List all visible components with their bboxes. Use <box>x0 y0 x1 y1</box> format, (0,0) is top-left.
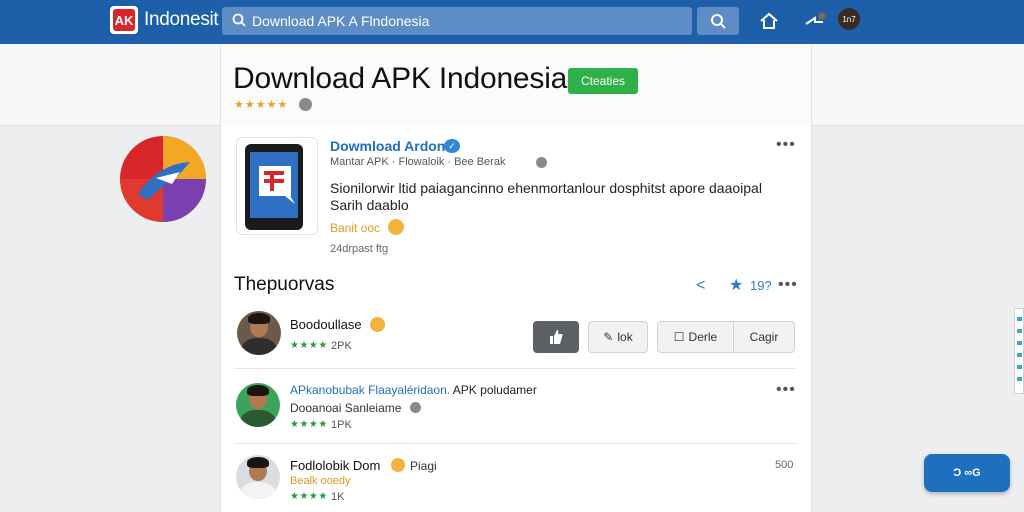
app-rank: Banit ooc <box>330 221 381 235</box>
link-button[interactable]: ✎ lok <box>588 321 648 353</box>
reply-button-label: Derle <box>688 330 718 344</box>
more-options-icon[interactable]: ••• <box>776 136 796 154</box>
copy-button[interactable]: Cagir <box>734 322 794 352</box>
search-input[interactable] <box>252 11 672 31</box>
comment-stars: ★★★★ <box>290 491 328 502</box>
app-name[interactable]: Dowmload Ardons <box>330 138 453 154</box>
verified-icon: ✓ <box>444 139 460 153</box>
comment-subtitle: Bealk ooedy <box>290 475 351 487</box>
reply-copy-group: ☐ Derle Cagir <box>657 321 795 353</box>
page-title: Download APK Indonesia <box>233 62 568 95</box>
comment-author[interactable]: APkanobubak <box>290 383 365 397</box>
emoji-icon <box>370 317 385 332</box>
home-icon <box>760 12 778 29</box>
avatar[interactable] <box>237 311 281 355</box>
site-logo-icon <box>120 136 206 222</box>
comment-count: 1K <box>331 491 345 503</box>
comment-subtitle: Dooanoai Sanleiame <box>290 401 402 415</box>
divider <box>234 443 797 444</box>
share-icon[interactable]: < <box>696 277 705 295</box>
brand-logo-icon[interactable]: AK <box>110 6 138 34</box>
brand-name[interactable]: Indonesit <box>144 9 219 31</box>
info-icon[interactable] <box>299 98 312 111</box>
search-button[interactable] <box>697 7 739 35</box>
svg-text:AK: AK <box>115 13 134 28</box>
comment-author-tag[interactable]: Flaayaléridaon. <box>365 383 450 397</box>
comment-stars: ★★★★ <box>290 419 328 430</box>
side-scroll-widget[interactable] <box>1014 308 1024 394</box>
comment-author[interactable]: Boodoullase <box>290 317 362 332</box>
share-icon <box>805 12 826 25</box>
app-installs: 24drpast ftg <box>330 243 389 255</box>
page-rating-stars: ★★★★★ <box>234 99 289 111</box>
more-options-icon[interactable]: ••• <box>776 381 796 399</box>
comment-extra: Piagi <box>410 459 437 473</box>
app-meta: Mantar APK · Flowaloik · Bee Berak <box>330 156 506 168</box>
avatar[interactable] <box>236 455 280 499</box>
comment-time: 500 <box>775 459 794 471</box>
comment-count: 2PK <box>331 340 352 352</box>
comment-count: 1PK <box>331 419 352 431</box>
divider <box>234 368 797 369</box>
search-bar[interactable] <box>222 7 692 35</box>
comment-author[interactable]: Fodlolobik Dom <box>290 458 380 473</box>
search-icon <box>711 14 726 29</box>
section-title: Thepuorvas <box>234 274 335 295</box>
thumbs-up-icon <box>550 330 563 344</box>
reply-button[interactable]: ☐ Derle <box>658 322 734 352</box>
like-button[interactable] <box>533 321 579 353</box>
info-icon[interactable] <box>536 157 547 168</box>
comment-header: APkanobubak Flaayaléridaon. APK poludame… <box>290 383 537 397</box>
comment-extra: APK poludamer <box>450 383 537 397</box>
app-icon[interactable] <box>236 137 318 235</box>
user-avatar[interactable]: 1n7 <box>838 8 860 30</box>
floating-action-button[interactable]: Ɔ ∞G <box>924 454 1010 492</box>
avatar[interactable] <box>236 383 280 427</box>
emoji-icon <box>388 219 404 235</box>
emoji-icon <box>391 458 405 472</box>
comment-icon: ☐ <box>673 330 685 344</box>
star-icon[interactable]: ★ <box>729 275 743 295</box>
comment-stars: ★★★★ <box>290 340 328 351</box>
info-icon <box>410 402 421 413</box>
create-button[interactable]: Cteaties <box>568 68 638 94</box>
star-count: 19? <box>750 278 772 293</box>
pen-icon: ✎ <box>603 330 614 344</box>
share-button[interactable] <box>800 6 830 34</box>
more-options-icon[interactable]: ••• <box>778 276 798 294</box>
phone-app-icon <box>245 144 303 230</box>
search-icon <box>232 13 246 27</box>
top-bar: AK Indonesit 1n7 <box>0 0 1024 44</box>
fab-label: Ɔ ∞G <box>953 467 981 479</box>
home-button[interactable] <box>756 8 782 34</box>
link-button-label: lok <box>617 330 633 344</box>
app-description: Sionilorwir ltid paiagancinno ehenmortan… <box>330 180 762 213</box>
